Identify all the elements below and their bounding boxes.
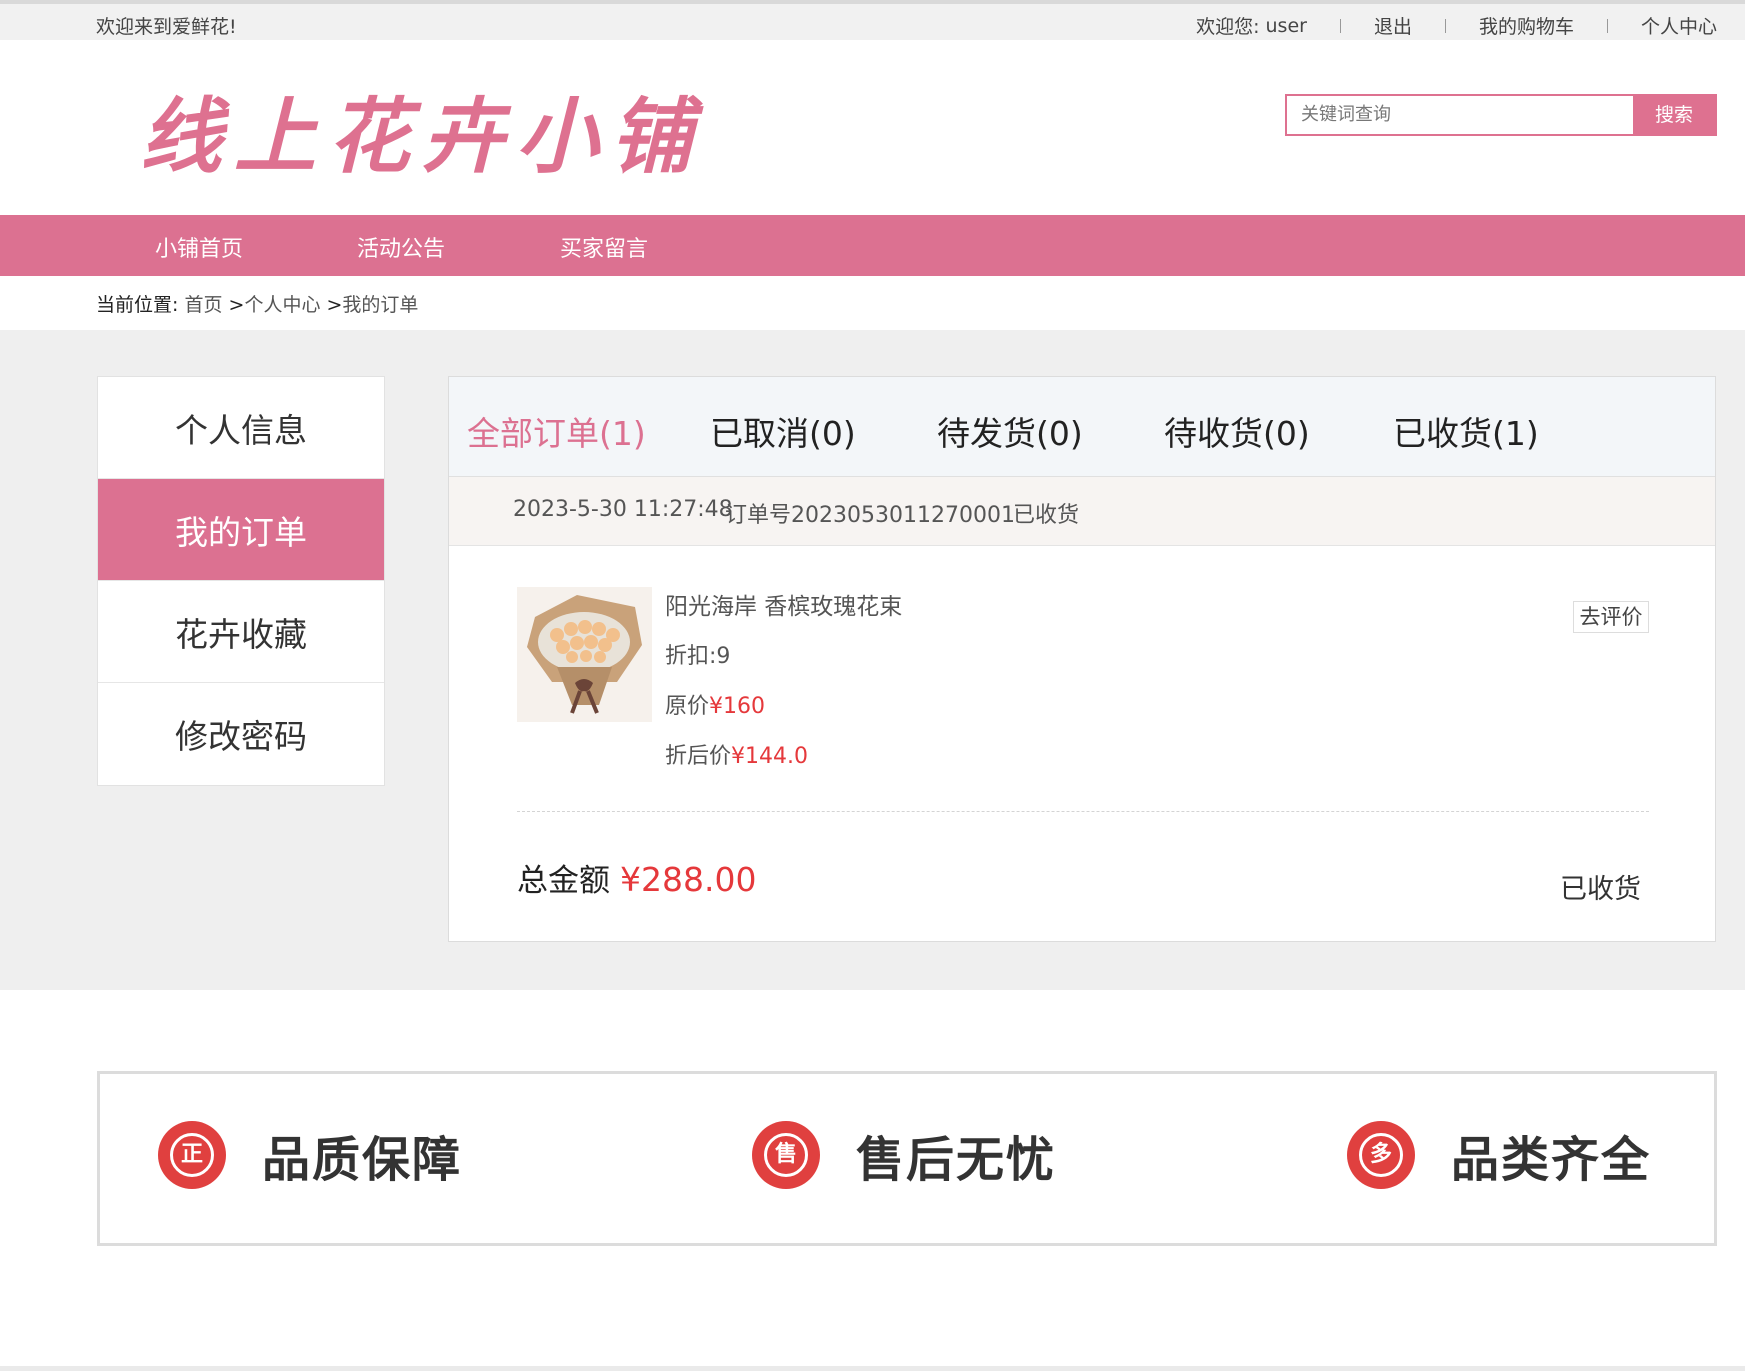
profile-link[interactable]: 个人中心 bbox=[1641, 12, 1717, 39]
sidebar-item-favorites[interactable]: 花卉收藏 bbox=[98, 581, 384, 683]
feature-aftersales: 售 售后无忧 bbox=[752, 1120, 1056, 1190]
logout-link[interactable]: 退出 bbox=[1374, 12, 1412, 39]
original-price-row: 原价¥160 bbox=[665, 688, 765, 720]
search-button[interactable]: 搜索 bbox=[1633, 96, 1715, 134]
tab-to-receive[interactable]: 待收货(0) bbox=[1164, 407, 1310, 455]
discount-label: 折扣: bbox=[665, 644, 717, 669]
sidebar-item-orders[interactable]: 我的订单 bbox=[98, 479, 384, 581]
final-price: ¥144.0 bbox=[731, 744, 808, 769]
breadcrumb: 当前位置: 首页 >个人中心 >我的订单 bbox=[96, 290, 418, 317]
flower-bouquet-icon bbox=[517, 587, 652, 722]
review-button[interactable]: 去评价 bbox=[1573, 601, 1649, 633]
order-tabs: 全部订单(1) 已取消(0) 待发货(0) 待收货(0) 已收货(1) bbox=[449, 377, 1715, 477]
aftersales-badge-icon: 售 bbox=[752, 1121, 820, 1189]
final-price-row: 折后价¥144.0 bbox=[665, 738, 808, 770]
total-label: 总金额 bbox=[517, 863, 610, 899]
tab-all-orders[interactable]: 全部订单(1) bbox=[467, 407, 646, 455]
content-area: 个人信息 我的订单 花卉收藏 修改密码 全部订单(1) 已取消(0) 待发货(0… bbox=[0, 330, 1745, 990]
breadcrumb-center[interactable]: 个人中心 bbox=[244, 294, 320, 316]
divider bbox=[1606, 18, 1608, 33]
discount-row: 折扣:9 bbox=[665, 638, 730, 670]
header: 线上花卉小铺 关键词查询 搜索 bbox=[0, 40, 1745, 215]
breadcrumb-label: 当前位置: bbox=[96, 294, 179, 316]
footer-line bbox=[0, 1366, 1745, 1371]
feature-aftersales-label: 售后无忧 bbox=[856, 1132, 1057, 1188]
order-status-head: 已收货 bbox=[1013, 503, 1080, 528]
tab-to-ship[interactable]: 待发货(0) bbox=[937, 407, 1083, 455]
original-price-label: 原价 bbox=[665, 694, 710, 719]
nav-item-messages[interactable]: 买家留言 bbox=[560, 231, 648, 263]
service-features: 正 品质保障 售 售后无忧 多 品类齐全 bbox=[97, 1071, 1717, 1246]
search-input[interactable]: 关键词查询 bbox=[1287, 96, 1633, 134]
order-total: 总金额 ¥288.00 bbox=[517, 855, 756, 900]
feature-quality-label: 品质保障 bbox=[262, 1132, 463, 1188]
breadcrumb-current: 我的订单 bbox=[342, 294, 419, 316]
order-number: 订单号2023053011270001 bbox=[725, 503, 1015, 528]
quality-badge-icon: 正 bbox=[158, 1121, 226, 1189]
greeting-label: 欢迎您: bbox=[1196, 16, 1260, 38]
product-image[interactable] bbox=[517, 587, 652, 722]
cart-link[interactable]: 我的购物车 bbox=[1479, 12, 1574, 39]
top-links: 欢迎您: user 退出 我的购物车 个人中心 bbox=[1196, 12, 1717, 39]
top-bar: 欢迎来到爱鲜花! 欢迎您: user 退出 我的购物车 个人中心 bbox=[0, 0, 1745, 40]
product-name[interactable]: 阳光海岸 香槟玫瑰花束 bbox=[665, 587, 902, 621]
main-nav: 小铺首页 活动公告 买家留言 bbox=[0, 215, 1745, 276]
breadcrumb-separator: > bbox=[326, 294, 343, 316]
breadcrumb-home[interactable]: 首页 bbox=[184, 294, 222, 316]
site-logo[interactable]: 线上花卉小铺 bbox=[140, 70, 704, 189]
feature-variety-label: 品类齐全 bbox=[1451, 1132, 1652, 1188]
nav-item-announcements[interactable]: 活动公告 bbox=[357, 231, 445, 263]
final-price-label: 折后价 bbox=[665, 744, 732, 769]
feature-quality: 正 品质保障 bbox=[158, 1120, 462, 1190]
divider bbox=[1444, 18, 1446, 33]
sidebar-item-password[interactable]: 修改密码 bbox=[98, 683, 384, 785]
feature-variety: 多 品类齐全 bbox=[1347, 1120, 1651, 1190]
breadcrumb-separator: > bbox=[228, 294, 245, 316]
discount-value: 9 bbox=[716, 644, 731, 669]
orders-panel: 全部订单(1) 已取消(0) 待发货(0) 待收货(0) 已收货(1) 2023… bbox=[448, 376, 1716, 942]
divider bbox=[1339, 18, 1341, 33]
username: user bbox=[1265, 14, 1307, 37]
nav-item-home[interactable]: 小铺首页 bbox=[155, 231, 243, 263]
tab-cancelled[interactable]: 已取消(0) bbox=[710, 407, 856, 455]
original-price: ¥160 bbox=[709, 694, 766, 719]
tab-received[interactable]: 已收货(1) bbox=[1393, 407, 1539, 455]
search-bar: 关键词查询 搜索 bbox=[1285, 94, 1717, 136]
sidebar: 个人信息 我的订单 花卉收藏 修改密码 bbox=[97, 376, 385, 786]
welcome-text: 欢迎来到爱鲜花! bbox=[96, 16, 237, 38]
sidebar-item-profile[interactable]: 个人信息 bbox=[98, 377, 384, 479]
total-amount: ¥288.00 bbox=[620, 860, 757, 899]
order-header: 2023-5-30 11:27:48 订单号2023053011270001 已… bbox=[449, 477, 1715, 546]
order-datetime: 2023-5-30 11:27:48 bbox=[513, 497, 733, 522]
order-status: 已收货 bbox=[1560, 874, 1641, 905]
variety-badge-icon: 多 bbox=[1347, 1121, 1415, 1189]
divider bbox=[517, 811, 1649, 812]
